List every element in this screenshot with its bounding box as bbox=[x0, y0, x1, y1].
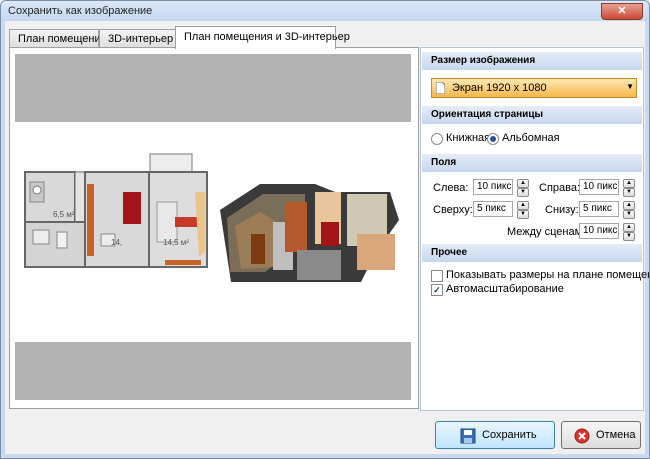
spin-up-icon[interactable]: ▲ bbox=[517, 179, 529, 188]
spin-up-icon[interactable]: ▲ bbox=[623, 223, 635, 232]
spin-up-icon[interactable]: ▲ bbox=[517, 201, 529, 210]
top-margin-label: Сверху: bbox=[433, 204, 473, 216]
radio-label: Книжная bbox=[446, 132, 491, 144]
tab-panel: 6,5 м² 14, 14,5 м² bbox=[9, 47, 419, 409]
title-bar[interactable]: Сохранить как изображение ✕ bbox=[1, 1, 649, 21]
top-margin-stepper[interactable]: ▲ ▼ bbox=[517, 201, 529, 219]
left-margin-stepper[interactable]: ▲ ▼ bbox=[517, 179, 529, 197]
cancel-button-label: Отмена bbox=[596, 429, 636, 441]
section-orientation: Ориентация страницы bbox=[422, 106, 642, 124]
save-button-label: Сохранить bbox=[482, 429, 537, 441]
top-margin-input[interactable]: 5 пикс bbox=[473, 201, 513, 217]
radio-button[interactable] bbox=[487, 133, 499, 145]
dialog-body: План помещения 3D-интерьер План помещени… bbox=[5, 21, 649, 454]
spin-up-icon[interactable]: ▲ bbox=[623, 179, 635, 188]
tab-plan-and-3d[interactable]: План помещения и 3D-интерьер bbox=[175, 26, 350, 49]
left-margin-input[interactable]: 10 пикс bbox=[473, 179, 513, 195]
tab-label: План помещения и 3D-интерьер bbox=[184, 31, 350, 43]
spin-up-icon[interactable]: ▲ bbox=[623, 201, 635, 210]
right-margin-label: Справа: bbox=[539, 182, 581, 194]
close-button[interactable]: ✕ bbox=[601, 3, 643, 20]
spin-down-icon[interactable]: ▼ bbox=[623, 210, 635, 219]
spin-down-icon[interactable]: ▼ bbox=[517, 210, 529, 219]
window-title: Сохранить как изображение bbox=[8, 5, 153, 17]
between-scenes-stepper[interactable]: ▲ ▼ bbox=[623, 223, 635, 241]
cancel-icon bbox=[574, 428, 590, 444]
spin-down-icon[interactable]: ▼ bbox=[623, 232, 635, 241]
tab-label: 3D-интерьер bbox=[108, 33, 174, 45]
image-preview: 6,5 м² 14, 14,5 м² bbox=[15, 54, 411, 400]
spin-down-icon[interactable]: ▼ bbox=[623, 188, 635, 197]
between-scenes-input[interactable]: 10 пикс bbox=[579, 223, 619, 239]
image-size-value: Экран 1920 x 1080 bbox=[452, 82, 547, 94]
tab-label: План помещения bbox=[18, 33, 107, 45]
section-margins: Поля bbox=[422, 154, 642, 172]
document-icon bbox=[436, 82, 445, 94]
autoscale-checkbox[interactable]: ✓ bbox=[431, 284, 443, 296]
autoscale-label: Автомасштабирование bbox=[446, 283, 564, 295]
show-sizes-label: Показывать размеры на плане помещения bbox=[446, 269, 650, 281]
right-margin-stepper[interactable]: ▲ ▼ bbox=[623, 179, 635, 197]
save-button[interactable]: Сохранить bbox=[435, 421, 555, 449]
preview-image: 6,5 м² 14, 14,5 м² bbox=[15, 122, 411, 342]
tab-3d-interior[interactable]: 3D-интерьер bbox=[99, 29, 179, 48]
bottom-margin-stepper[interactable]: ▲ ▼ bbox=[623, 201, 635, 219]
spin-down-icon[interactable]: ▼ bbox=[517, 188, 529, 197]
left-margin-label: Слева: bbox=[433, 182, 469, 194]
section-other: Прочее bbox=[422, 244, 642, 262]
bottom-margin-input[interactable]: 5 пикс bbox=[579, 201, 619, 217]
radio-button[interactable] bbox=[431, 133, 443, 145]
show-sizes-checkbox[interactable] bbox=[431, 270, 443, 282]
radio-label: Альбомная bbox=[502, 132, 560, 144]
section-image-size: Размер изображения bbox=[422, 52, 642, 70]
chevron-down-icon: ▼ bbox=[626, 82, 634, 91]
cancel-button[interactable]: Отмена bbox=[561, 421, 641, 449]
image-size-select[interactable]: Экран 1920 x 1080 ▼ bbox=[431, 78, 637, 98]
right-margin-input[interactable]: 10 пикс bbox=[579, 179, 619, 195]
close-icon: ✕ bbox=[617, 5, 627, 17]
save-icon bbox=[460, 428, 476, 444]
bottom-margin-label: Снизу: bbox=[545, 204, 579, 216]
3d-interior-image bbox=[220, 184, 399, 282]
settings-panel: Размер изображения Экран 1920 x 1080 ▼ О… bbox=[420, 47, 649, 411]
dialog-window: Сохранить как изображение ✕ План помещен… bbox=[0, 0, 650, 459]
tab-floor-plan[interactable]: План помещения bbox=[9, 29, 107, 48]
